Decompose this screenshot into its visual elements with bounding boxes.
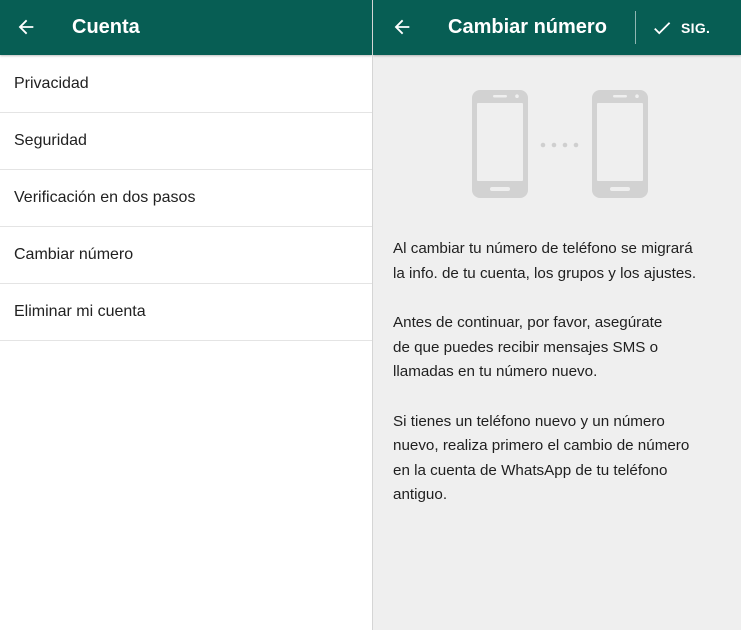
back-button[interactable] <box>9 10 43 44</box>
info-paragraph-new-phone: Si tienes un teléfono nuevo y un número … <box>393 412 690 504</box>
settings-menu: Privacidad Seguridad Verificación en dos… <box>0 56 372 341</box>
info-text: Al cambiar tu número de teléfono se migr… <box>393 237 738 533</box>
menu-item-privacidad[interactable]: Privacidad <box>0 56 372 113</box>
new-phone-icon <box>592 90 648 198</box>
page-title: Cuenta <box>72 16 140 38</box>
transfer-dots-icon <box>540 142 579 148</box>
menu-item-seguridad[interactable]: Seguridad <box>0 113 372 170</box>
menu-item-cambiar-numero[interactable]: Cambiar número <box>0 227 372 284</box>
page-title: Cambiar número <box>448 16 607 38</box>
next-button[interactable]: SIG. <box>651 10 718 45</box>
account-settings-screen: Cuenta Privacidad Seguridad Verificación… <box>0 0 372 630</box>
next-button-label: SIG. <box>681 19 711 36</box>
toolbar-divider <box>635 11 636 44</box>
back-button[interactable] <box>385 10 419 44</box>
app-bar: Cambiar número SIG. <box>373 0 741 55</box>
phone-illustration-icon <box>472 90 648 198</box>
arrow-back-icon <box>18 19 34 35</box>
menu-item-verificacion[interactable]: Verificación en dos pasos <box>0 170 372 227</box>
change-number-screen: Cambiar número SIG. Al cambiar tu número… <box>373 0 741 630</box>
checkmark-icon <box>654 21 671 34</box>
old-phone-icon <box>472 90 528 198</box>
info-paragraph-sms: Antes de continuar, por favor, asegúrate… <box>393 314 663 380</box>
info-paragraph-migration: Al cambiar tu número de teléfono se migr… <box>393 240 697 282</box>
app-bar: Cuenta <box>0 0 372 55</box>
menu-item-eliminar-cuenta[interactable]: Eliminar mi cuenta <box>0 284 372 341</box>
arrow-back-icon <box>394 19 410 35</box>
